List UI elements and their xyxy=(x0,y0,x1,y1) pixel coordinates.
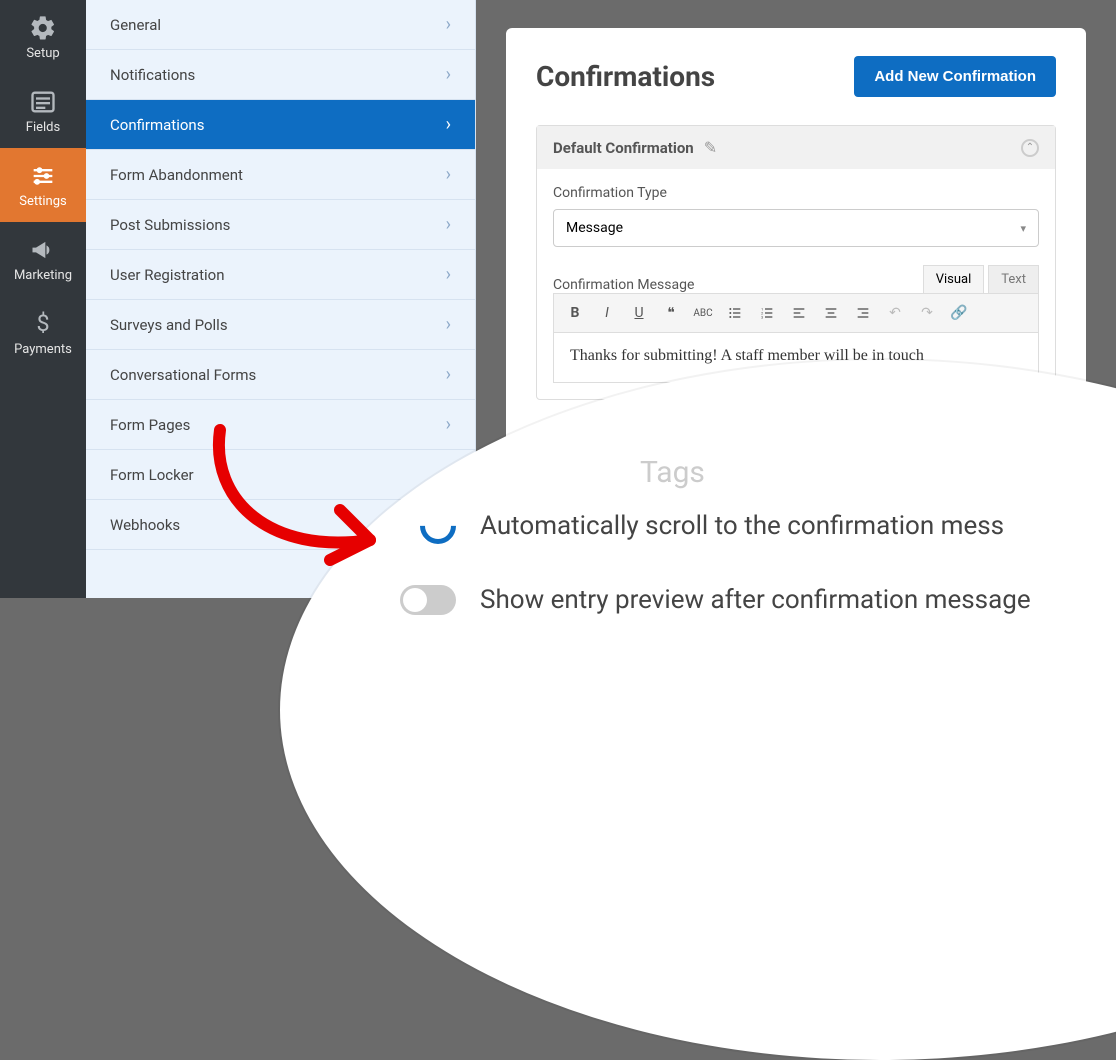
message-label: Confirmation Message xyxy=(553,277,694,293)
scroll-option-label: Automatically scroll to the confirmation… xyxy=(480,511,1004,541)
iconbar-settings[interactable]: Settings xyxy=(0,148,86,222)
number-list-button[interactable]: 123 xyxy=(754,300,780,326)
card-title: Default Confirmation xyxy=(553,139,694,157)
sidebar-item-user-registration[interactable]: User Registration› xyxy=(86,250,475,300)
preview-option-row: Show entry preview after confirmation me… xyxy=(400,578,1116,622)
italic-button[interactable]: I xyxy=(594,300,620,326)
svg-text:3: 3 xyxy=(761,314,763,319)
list-icon xyxy=(29,88,57,116)
iconbar-setup[interactable]: Setup xyxy=(0,0,86,74)
chevron-right-icon: › xyxy=(446,164,451,185)
sliders-icon xyxy=(29,162,57,190)
type-label: Confirmation Type xyxy=(553,185,1039,201)
redo-button[interactable]: ↷ xyxy=(914,300,940,326)
iconbar-label: Fields xyxy=(26,120,60,135)
type-select[interactable]: Message ▾ xyxy=(553,209,1039,247)
bold-button[interactable]: B xyxy=(562,300,588,326)
align-left-button[interactable] xyxy=(786,300,812,326)
ghost-text: Tags xyxy=(400,450,1116,494)
iconbar-marketing[interactable]: Marketing xyxy=(0,222,86,296)
undo-button[interactable]: ↶ xyxy=(882,300,908,326)
chevron-right-icon: › xyxy=(446,14,451,35)
sidebar-item-confirmations[interactable]: Confirmations› xyxy=(86,100,475,150)
chevron-down-icon: ▾ xyxy=(1020,222,1026,235)
card-header[interactable]: Default Confirmation ✎ ⌃ xyxy=(537,126,1055,169)
svg-text:$: $ xyxy=(36,310,49,337)
scroll-option-row: Automatically scroll to the confirmation… xyxy=(400,504,1116,548)
zoom-callout: Tags Automatically scroll to the confirm… xyxy=(280,360,1116,1060)
iconbar-label: Setup xyxy=(26,46,59,61)
chevron-right-icon: › xyxy=(446,214,451,235)
quote-button[interactable]: ❝ xyxy=(658,300,684,326)
chevron-right-icon: › xyxy=(446,314,451,335)
iconbar: Setup Fields Settings Marketing $ Paymen… xyxy=(0,0,86,598)
chevron-right-icon: › xyxy=(446,114,451,135)
dollar-icon: $ xyxy=(29,310,57,338)
link-button[interactable]: 🔗 xyxy=(946,300,972,326)
align-center-button[interactable] xyxy=(818,300,844,326)
iconbar-label: Settings xyxy=(19,194,66,209)
bullhorn-icon xyxy=(29,236,57,264)
text-tab[interactable]: Text xyxy=(988,265,1039,293)
collapse-icon[interactable]: ⌃ xyxy=(1021,139,1039,157)
iconbar-payments[interactable]: $ Payments xyxy=(0,296,86,370)
chevron-right-icon: › xyxy=(446,264,451,285)
underline-button[interactable]: U xyxy=(626,300,652,326)
editor-tabs: Visual Text xyxy=(923,265,1039,293)
entry-preview-toggle[interactable] xyxy=(400,585,456,615)
sidebar-item-form-abandonment[interactable]: Form Abandonment› xyxy=(86,150,475,200)
align-right-button[interactable] xyxy=(850,300,876,326)
sidebar-item-post-submissions[interactable]: Post Submissions› xyxy=(86,200,475,250)
strike-button[interactable]: ABC xyxy=(690,300,716,326)
chevron-right-icon: › xyxy=(446,64,451,85)
toggle-on-fragment-icon xyxy=(413,501,464,552)
add-confirmation-button[interactable]: Add New Confirmation xyxy=(854,56,1056,97)
chevron-right-icon: › xyxy=(446,414,451,435)
sidebar-item-notifications[interactable]: Notifications› xyxy=(86,50,475,100)
sidebar-item-conversational-forms[interactable]: Conversational Forms› xyxy=(86,350,475,400)
iconbar-fields[interactable]: Fields xyxy=(0,74,86,148)
bullet-list-button[interactable] xyxy=(722,300,748,326)
panel-title: Confirmations xyxy=(536,60,715,93)
visual-tab[interactable]: Visual xyxy=(923,265,985,293)
gear-icon xyxy=(29,14,57,42)
confirmation-card: Default Confirmation ✎ ⌃ Confirmation Ty… xyxy=(536,125,1056,400)
sidebar-item-general[interactable]: General› xyxy=(86,0,475,50)
iconbar-label: Marketing xyxy=(14,268,72,283)
pencil-icon[interactable]: ✎ xyxy=(704,138,717,157)
sidebar-item-form-pages[interactable]: Form Pages› xyxy=(86,400,475,450)
sidebar-item-surveys-polls[interactable]: Surveys and Polls› xyxy=(86,300,475,350)
preview-option-label: Show entry preview after confirmation me… xyxy=(480,585,1031,615)
editor-toolbar: B I U ❝ ABC 123 ↶ ↷ 🔗 xyxy=(553,293,1039,333)
iconbar-label: Payments xyxy=(14,342,72,357)
chevron-right-icon: › xyxy=(446,364,451,385)
